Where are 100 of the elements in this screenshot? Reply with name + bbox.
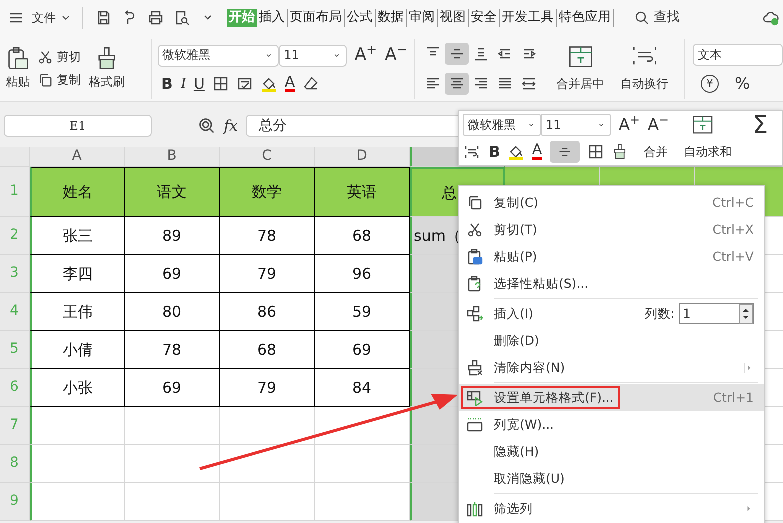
format-painter-icon[interactable] <box>612 144 628 160</box>
table-cell: 86 <box>220 293 315 331</box>
grow-font-button[interactable]: A$^{+}$ <box>354 45 378 66</box>
ribbon-tab[interactable]: 特色应用 <box>557 9 614 27</box>
insert-icon <box>467 306 483 322</box>
align-icon <box>472 46 488 62</box>
column-width-icon <box>467 416 483 432</box>
menu-item[interactable]: 选择性粘贴(S)... <box>459 270 764 297</box>
ribbon-tab[interactable]: 数据 <box>376 9 407 27</box>
menu-item[interactable]: 取消隐藏(U) <box>459 465 764 492</box>
scissors-icon <box>467 222 483 238</box>
column-header[interactable]: D <box>315 147 410 167</box>
underline-button[interactable]: U <box>194 74 205 92</box>
font-color-button[interactable]: A <box>532 144 542 160</box>
italic-button[interactable]: I <box>180 74 186 92</box>
fill-color-icon[interactable] <box>508 144 524 160</box>
merge-center-icon[interactable] <box>568 45 594 70</box>
table-cell: 李四 <box>30 255 125 293</box>
menu-item[interactable]: 清除内容(N) <box>459 354 764 381</box>
print-icon[interactable] <box>148 10 164 26</box>
autosum-icon[interactable]: Σ <box>753 113 768 137</box>
table-cell: 王伟 <box>30 293 125 331</box>
shrink-font-button[interactable]: A$^{−}$ <box>648 115 670 135</box>
align-icon <box>448 76 464 92</box>
menu-item[interactable]: 插入(I) 列数: 1 <box>459 300 764 327</box>
menu-item[interactable]: 删除(D) <box>459 327 764 354</box>
copy-button[interactable]: 复制 <box>57 72 81 88</box>
number-format-select[interactable]: 文本 <box>693 44 783 66</box>
column-header[interactable]: A <box>30 147 125 167</box>
search-icon[interactable] <box>634 10 650 26</box>
shrink-font-button[interactable]: A$^{−}$ <box>385 45 408 66</box>
borders-icon[interactable] <box>212 76 229 92</box>
ribbon-tab[interactable]: 页面布局 <box>288 9 345 27</box>
paste-special-icon <box>467 276 483 292</box>
wrap-text-icon[interactable] <box>463 144 481 160</box>
align-button[interactable] <box>550 141 580 163</box>
menu-item[interactable]: 列宽(W)... <box>459 411 764 438</box>
format-painter-button[interactable]: 格式刷 <box>89 75 125 90</box>
table-cell: 68 <box>220 331 315 369</box>
merge-icon[interactable] <box>691 115 716 135</box>
grow-font-button[interactable]: A$^{+}$ <box>619 115 640 135</box>
save-icon[interactable] <box>96 10 112 26</box>
cloud-sync-icon[interactable] <box>761 10 781 26</box>
table-cell: 79 <box>220 369 315 407</box>
font-color-button[interactable]: A <box>284 75 296 92</box>
print-preview-icon[interactable] <box>174 10 190 26</box>
font-size-select[interactable]: 11 <box>279 44 347 66</box>
autosum-button[interactable]: 自动求和 <box>684 144 732 160</box>
ribbon-tab[interactable]: 公式 <box>345 9 376 27</box>
menu-item[interactable]: 筛选列 <box>459 495 764 522</box>
align-icon <box>520 76 536 92</box>
scissors-icon[interactable] <box>38 50 53 64</box>
ribbon-tab[interactable]: 安全 <box>469 9 500 27</box>
merge-button[interactable]: 合并 <box>644 144 668 160</box>
table-cell: 小倩 <box>30 331 125 369</box>
paste-button[interactable]: 粘贴 <box>6 75 30 90</box>
bold-button[interactable]: B <box>489 143 500 161</box>
spin-label: 列数: <box>644 306 675 321</box>
wrap-text-button[interactable]: 自动换行 <box>620 77 668 92</box>
table-cell: 78 <box>220 217 315 255</box>
copy-icon[interactable] <box>38 72 53 88</box>
copy-icon <box>467 194 483 210</box>
search-button[interactable]: 查找 <box>654 10 680 26</box>
column-header[interactable]: C <box>220 147 315 167</box>
table-cell: 小张 <box>30 369 125 407</box>
column-header[interactable]: B <box>125 147 220 167</box>
align-button[interactable] <box>444 42 468 64</box>
table-cell: 89 <box>125 217 220 255</box>
ribbon-tab[interactable]: 视图 <box>438 9 469 27</box>
eraser-icon[interactable] <box>303 76 320 92</box>
font-select[interactable]: 微软雅黑 <box>463 114 541 136</box>
name-box[interactable]: E1 <box>4 115 152 137</box>
table-cell: 78 <box>125 331 220 369</box>
ribbon-tab[interactable]: 审阅 <box>407 9 438 27</box>
bold-button[interactable]: B <box>162 74 173 92</box>
font-select[interactable]: 微软雅黑 <box>158 44 280 66</box>
paste-icon[interactable] <box>6 47 30 72</box>
ribbon-tab[interactable]: 开发工具 <box>500 9 557 27</box>
menu-item[interactable]: 设置单元格格式(F)... Ctrl+1 <box>459 384 764 411</box>
align-icon <box>424 76 440 92</box>
clear-icon <box>467 360 483 376</box>
currency-button[interactable]: ¥ <box>701 74 719 92</box>
align-button[interactable] <box>444 72 468 94</box>
format-cells-icon <box>467 390 483 406</box>
menu-item[interactable]: 隐藏(H) <box>459 438 764 465</box>
cut-button[interactable]: 剪切 <box>57 50 81 64</box>
zoom-icon[interactable] <box>198 117 216 135</box>
table-cell: 张三 <box>30 217 125 255</box>
percent-button[interactable]: % <box>735 74 750 94</box>
file-menu[interactable]: 文件 <box>32 10 56 26</box>
conditional-format-icon[interactable] <box>236 76 253 92</box>
table-cell: 80 <box>125 293 220 331</box>
merge-center-button[interactable]: 合并居中 <box>556 77 604 92</box>
font-size-select[interactable]: 11 <box>541 114 611 136</box>
borders-icon[interactable] <box>588 144 604 160</box>
fx-button[interactable]: fx <box>224 117 238 135</box>
count-spinner[interactable]: 1 <box>679 303 754 324</box>
filter-columns-icon <box>467 500 483 516</box>
ribbon-tab[interactable]: 插入 <box>257 9 288 27</box>
fill-color-icon[interactable] <box>260 76 277 92</box>
